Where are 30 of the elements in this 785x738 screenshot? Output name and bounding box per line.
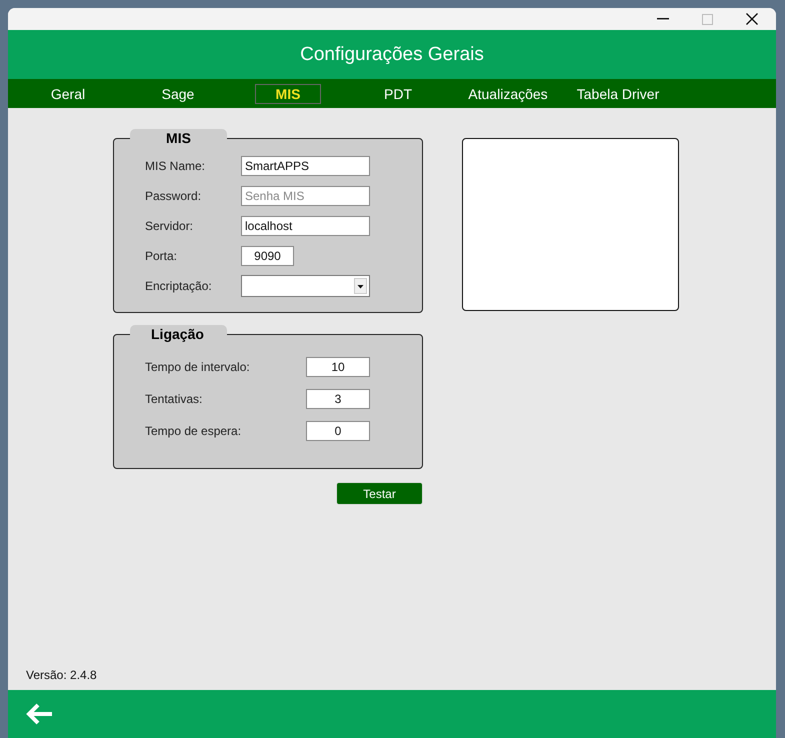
field-label: Tempo de intervalo: bbox=[145, 360, 251, 374]
tab[interactable]: Geral bbox=[46, 84, 90, 104]
field-label: Password: bbox=[145, 189, 202, 203]
field-label: Servidor: bbox=[145, 219, 194, 233]
field-label: Tentativas: bbox=[145, 392, 204, 406]
input-field[interactable]: SmartAPPS bbox=[241, 156, 370, 176]
back-arrow-icon[interactable] bbox=[26, 703, 53, 725]
dropdown[interactable] bbox=[241, 275, 370, 297]
version-label: Versão: 2.4.8 bbox=[26, 668, 97, 682]
field-label: Porta: bbox=[145, 249, 178, 263]
input-field[interactable]: 10 bbox=[306, 357, 370, 377]
field-label: MIS Name: bbox=[145, 159, 206, 173]
input-field[interactable]: 0 bbox=[306, 421, 370, 441]
field-label: Tempo de espera: bbox=[145, 424, 242, 438]
close-icon[interactable] bbox=[746, 13, 758, 25]
tab[interactable]: Tabela Driver bbox=[572, 84, 664, 104]
window-title: Configurações Gerais bbox=[300, 44, 484, 66]
input-field[interactable]: localhost bbox=[241, 216, 370, 236]
test-button[interactable]: Testar bbox=[336, 482, 423, 505]
tab[interactable]: PDT bbox=[379, 84, 417, 104]
group-title: Ligação bbox=[130, 325, 227, 343]
minimize-icon[interactable] bbox=[657, 18, 669, 20]
input-field[interactable]: Senha MIS bbox=[241, 186, 370, 206]
input-field[interactable]: 3 bbox=[306, 389, 370, 409]
input-field[interactable]: 9090 bbox=[241, 246, 294, 266]
tab[interactable]: MIS bbox=[254, 84, 322, 104]
field-label: Encriptação: bbox=[145, 279, 213, 293]
tab[interactable]: Sage bbox=[156, 84, 200, 104]
caret-icon bbox=[354, 278, 367, 294]
tab[interactable]: Atualizações bbox=[463, 84, 553, 104]
